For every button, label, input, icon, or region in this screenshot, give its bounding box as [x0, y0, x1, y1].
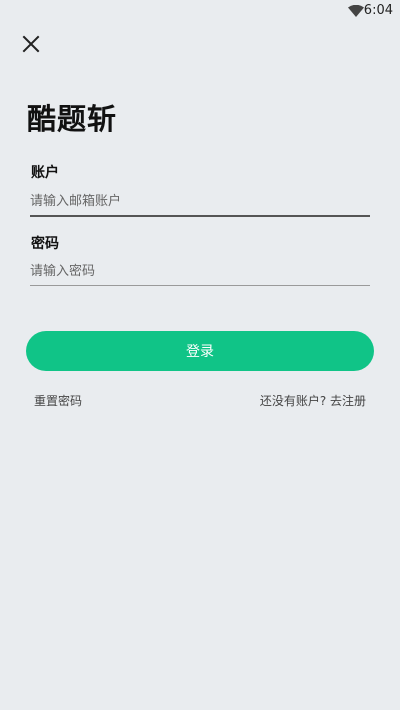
password-input[interactable]: [30, 257, 370, 286]
status-bar: 6:04: [0, 0, 400, 24]
login-button[interactable]: 登录: [26, 331, 374, 371]
reset-password-link[interactable]: 重置密码: [34, 392, 82, 409]
close-icon: [22, 35, 40, 53]
account-label: 账户: [31, 165, 59, 181]
password-label: 密码: [31, 236, 59, 252]
app-title: 酷题斩: [27, 102, 118, 136]
register-link[interactable]: 还没有账户? 去注册: [260, 392, 366, 409]
account-input[interactable]: [30, 187, 370, 217]
status-time: 6:04: [363, 3, 393, 18]
close-button[interactable]: [20, 33, 42, 55]
wifi-icon: [348, 5, 364, 17]
